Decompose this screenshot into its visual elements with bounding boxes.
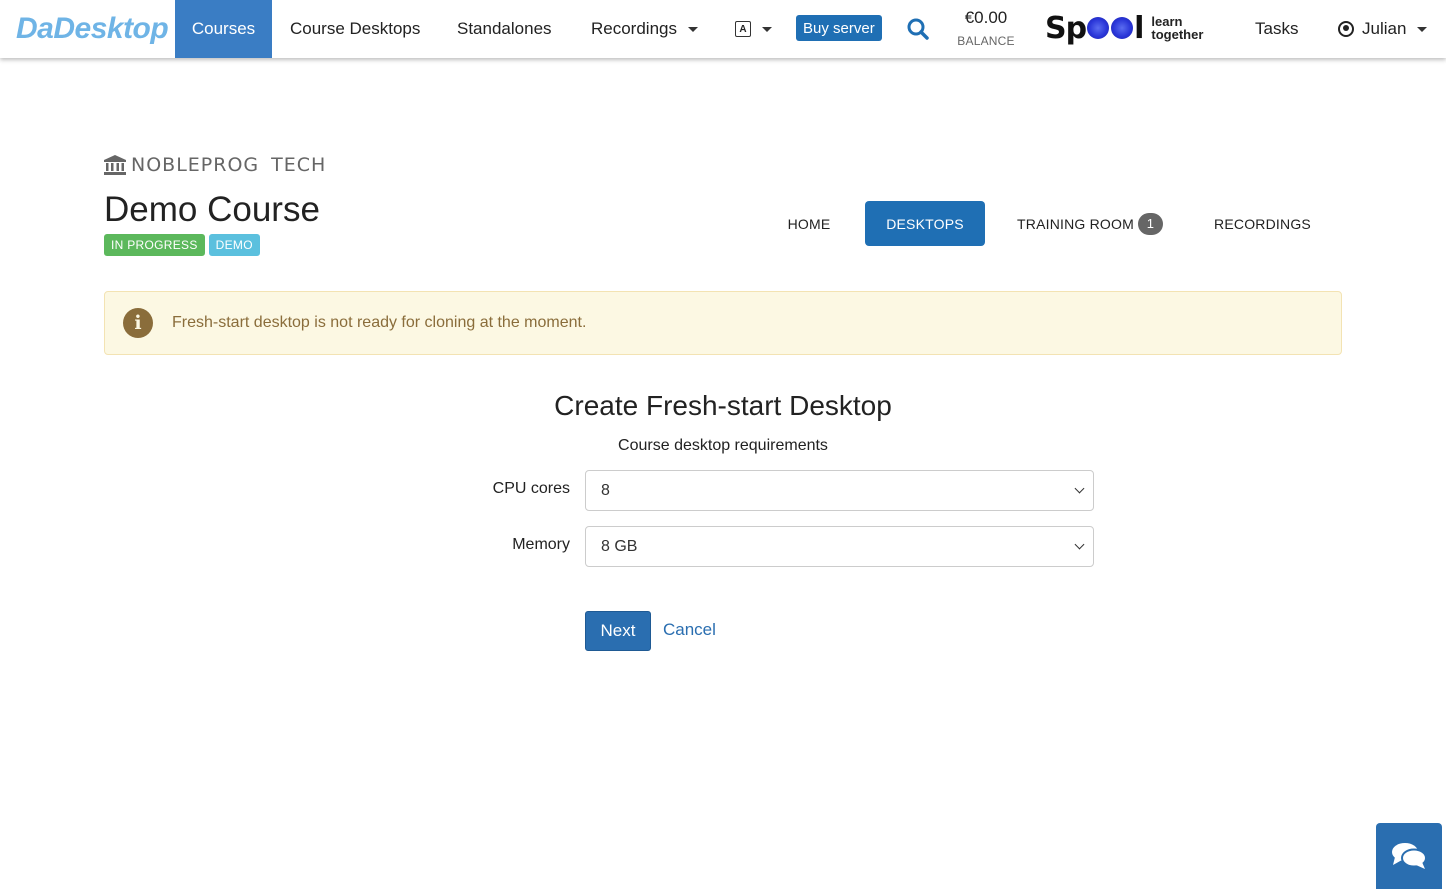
cancel-link[interactable]: Cancel (663, 620, 716, 640)
chevron-down-icon (1074, 539, 1085, 550)
balance-amount: €0.00 (964, 8, 1008, 27)
tab-training-room-label: TRAINING ROOM (1017, 215, 1134, 232)
tab-home[interactable]: HOME (770, 201, 848, 246)
nav-recordings-label: Recordings (591, 19, 677, 38)
balance-label: BALANCE (957, 34, 1015, 48)
nav-courses[interactable]: Courses (175, 0, 272, 58)
cpu-cores-label: CPU cores (492, 480, 570, 497)
spool-word-start: Sp (1045, 10, 1087, 46)
org-name-part-1: NOBLEPROG (131, 154, 260, 176)
course-badges: IN PROGRESS DEMO (104, 234, 260, 256)
user-menu-dropdown[interactable]: Julian (1338, 0, 1428, 58)
search-button[interactable] (906, 0, 930, 58)
spool-wordmark: Sp l (1045, 10, 1144, 46)
training-room-count-badge: 1 (1137, 212, 1163, 235)
caret-down-icon (688, 26, 698, 32)
status-badge: IN PROGRESS (104, 234, 205, 256)
form-title: Create Fresh-start Desktop (554, 390, 892, 421)
user-name: Julian (1362, 19, 1407, 38)
nav-course-desktops[interactable]: Course Desktops (290, 0, 420, 58)
spool-tagline: learn together (1151, 15, 1203, 41)
chevron-down-icon (1074, 483, 1085, 494)
spool-logo[interactable]: Sp l learn together (1045, 10, 1203, 46)
spool-word-end: l (1134, 10, 1144, 46)
balance-display[interactable]: €0.00 BALANCE (955, 8, 1017, 48)
tab-recordings[interactable]: RECORDINGS (1205, 201, 1320, 246)
caret-down-icon (762, 26, 772, 32)
next-button[interactable]: Next (585, 611, 651, 651)
info-alert: i Fresh-start desktop is not ready for c… (104, 291, 1342, 355)
user-circle-icon (1338, 21, 1354, 37)
top-navbar: DaDesktop Courses Course Desktops Standa… (0, 0, 1446, 58)
chat-bubbles-icon (1392, 843, 1427, 869)
cpu-cores-select[interactable]: 8 (585, 470, 1094, 511)
caret-down-icon (1417, 26, 1428, 32)
language-dropdown[interactable]: A (735, 0, 772, 58)
type-badge: DEMO (208, 234, 260, 256)
brand-logo[interactable]: DaDesktop (16, 0, 169, 58)
tab-desktops[interactable]: DESKTOPS (865, 201, 985, 246)
memory-value: 8 GB (601, 537, 638, 555)
chat-button[interactable] (1376, 823, 1442, 889)
spool-dot-icon (1111, 17, 1134, 39)
search-icon (907, 18, 929, 40)
organization-name: NOBLEPROG TECH (104, 154, 326, 176)
form-subtitle: Course desktop requirements (618, 437, 828, 454)
nav-tasks[interactable]: Tasks (1255, 0, 1298, 58)
buy-server-button[interactable]: Buy server (796, 15, 882, 41)
tab-training-room[interactable]: TRAINING ROOM 1 (1010, 201, 1170, 246)
alert-message: Fresh-start desktop is not ready for clo… (172, 314, 587, 331)
org-name-part-2: TECH (271, 154, 327, 176)
nav-recordings-dropdown[interactable]: Recordings (591, 0, 698, 58)
memory-select[interactable]: 8 GB (585, 526, 1094, 567)
spool-dot-icon (1087, 17, 1110, 39)
info-icon: i (123, 308, 153, 338)
course-title: Demo Course (104, 190, 320, 229)
spool-tagline-line2: together (1151, 27, 1204, 42)
translate-icon: A (735, 21, 751, 37)
institution-icon (104, 155, 126, 175)
cpu-cores-value: 8 (601, 481, 610, 499)
memory-label: Memory (512, 536, 570, 553)
nav-standalones[interactable]: Standalones (457, 0, 552, 58)
